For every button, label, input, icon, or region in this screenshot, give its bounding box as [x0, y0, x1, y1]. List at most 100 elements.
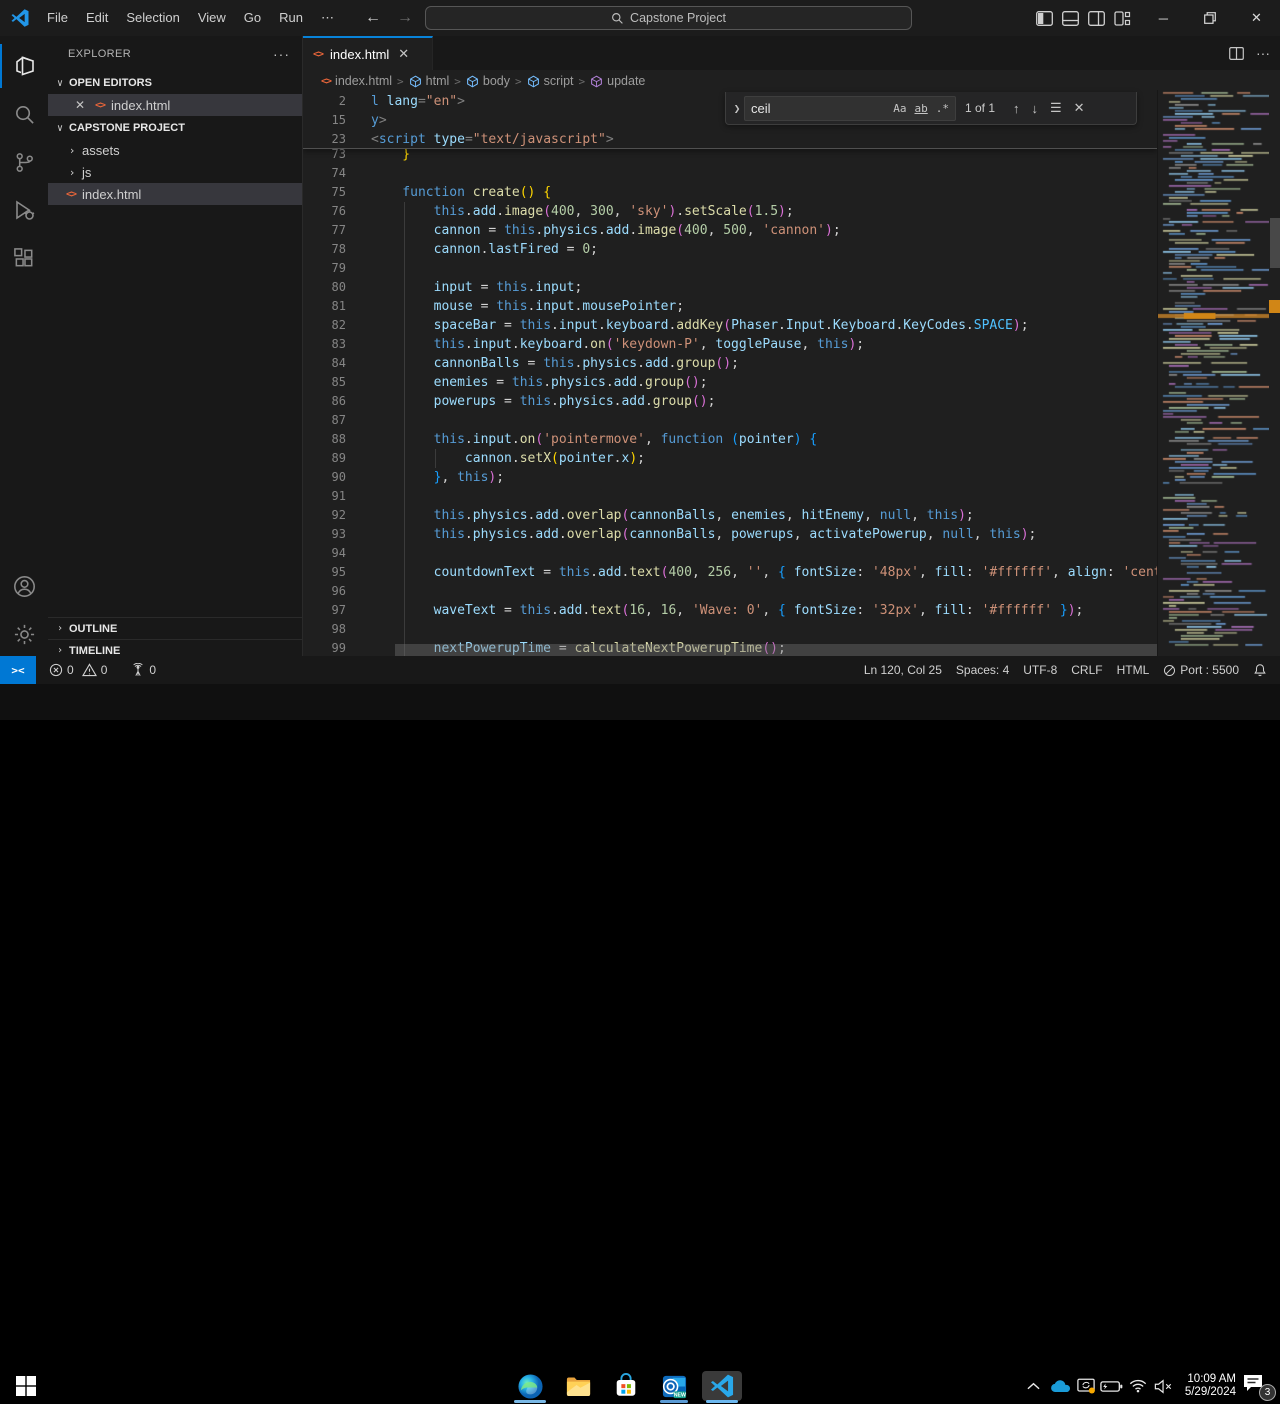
tree-file-indexhtml[interactable]: <> index.html — [48, 183, 302, 205]
code-line[interactable]: 95 countdownText = this.add.text(400, 25… — [303, 563, 1157, 582]
encoding-status[interactable]: UTF-8 — [1016, 659, 1064, 681]
code-line[interactable]: 93 this.physics.add.overlap(cannonBalls,… — [303, 525, 1157, 544]
tree-folder-assets[interactable]: › assets — [48, 139, 302, 161]
project-section[interactable]: ∨ CAPSTONE PROJECT — [48, 117, 302, 139]
toggle-panel-icon[interactable] — [1062, 11, 1079, 26]
tab-indexhtml[interactable]: <> index.html ✕ — [303, 36, 433, 70]
cast-sync-icon[interactable] — [1073, 1378, 1099, 1394]
volume-muted-icon[interactable] — [1151, 1379, 1177, 1394]
menu-edit[interactable]: Edit — [77, 6, 117, 30]
taskbar-clock[interactable]: 10:09 AM 5/29/2024 — [1185, 1373, 1236, 1399]
tray-chevron-up-icon[interactable] — [1021, 1382, 1047, 1390]
match-case-icon[interactable]: Aa — [891, 102, 908, 115]
taskbar-edge[interactable] — [510, 1373, 550, 1399]
wifi-icon[interactable] — [1125, 1379, 1151, 1393]
language-mode[interactable]: HTML — [1110, 659, 1157, 681]
accounts-icon[interactable] — [0, 564, 48, 608]
find-prev-icon[interactable]: ↑ — [1007, 101, 1026, 116]
explorer-more-icon[interactable]: ··· — [273, 46, 290, 62]
toggle-sidebar-icon[interactable] — [1036, 11, 1053, 26]
code-line[interactable]: 80 input = this.input; — [303, 278, 1157, 297]
code-line[interactable]: 75 function create() { — [303, 183, 1157, 202]
code-line[interactable]: 84 cannonBalls = this.physics.add.group(… — [303, 354, 1157, 373]
code-line[interactable]: 76 this.add.image(400, 300, 'sky').setSc… — [303, 202, 1157, 221]
code-line[interactable]: 77 cannon = this.physics.add.image(400, … — [303, 221, 1157, 240]
search-view-icon[interactable] — [0, 92, 48, 136]
settings-gear-icon[interactable] — [0, 612, 48, 656]
ports-status[interactable]: 0 — [124, 659, 163, 681]
find-toggle-replace-icon[interactable]: ❯ — [730, 102, 744, 115]
breadcrumb-script[interactable]: script — [527, 74, 574, 88]
find-input[interactable]: ceil Aa ab .* — [744, 96, 956, 121]
menu-more[interactable]: ⋯ — [312, 6, 343, 30]
breadcrumb-body[interactable]: body — [466, 74, 510, 88]
code-line[interactable]: 97 waveText = this.add.text(16, 16, 'Wav… — [303, 601, 1157, 620]
close-icon[interactable]: ✕ — [1233, 0, 1280, 36]
regex-icon[interactable]: .* — [934, 102, 951, 115]
scrollbar-slider[interactable] — [1270, 218, 1280, 268]
find-next-icon[interactable]: ↓ — [1026, 101, 1045, 116]
live-server-port[interactable]: Port : 5500 — [1156, 659, 1246, 681]
code-line[interactable]: 98 — [303, 620, 1157, 639]
menu-view[interactable]: View — [189, 6, 235, 30]
code-line[interactable]: 87 — [303, 411, 1157, 430]
indentation-status[interactable]: Spaces: 4 — [949, 659, 1016, 681]
close-editor-icon[interactable]: ✕ — [75, 98, 87, 112]
problems-status[interactable]: 0 0 — [42, 659, 114, 681]
start-button[interactable] — [6, 1373, 46, 1399]
tree-folder-js[interactable]: › js — [48, 161, 302, 183]
code-line[interactable]: 94 — [303, 544, 1157, 563]
open-editors-section[interactable]: ∨ OPEN EDITORS — [48, 72, 302, 94]
menu-file[interactable]: File — [38, 6, 77, 30]
breadcrumb-file[interactable]: <> index.html — [321, 74, 392, 88]
menu-run[interactable]: Run — [270, 6, 312, 30]
horizontal-scrollbar[interactable] — [395, 644, 1157, 656]
code-line[interactable]: 86 powerups = this.physics.add.group(); — [303, 392, 1157, 411]
find-in-selection-icon[interactable]: ☰ — [1044, 100, 1068, 116]
taskbar-vscode[interactable] — [702, 1371, 742, 1401]
restore-icon[interactable] — [1187, 0, 1234, 36]
breadcrumb-update[interactable]: update — [590, 74, 645, 88]
code-line[interactable]: 82 spaceBar = this.input.keyboard.addKey… — [303, 316, 1157, 335]
minimize-icon[interactable]: ─ — [1140, 0, 1187, 36]
menu-go[interactable]: Go — [235, 6, 270, 30]
open-editor-item-indexhtml[interactable]: ✕ <> index.html — [48, 94, 302, 116]
breadcrumb-html[interactable]: html — [409, 74, 450, 88]
minimap[interactable] — [1157, 90, 1269, 656]
code-line[interactable]: 91 — [303, 487, 1157, 506]
explorer-icon[interactable] — [0, 44, 48, 88]
find-close-icon[interactable]: ✕ — [1068, 100, 1091, 116]
code-line[interactable]: 85 enemies = this.physics.add.group(); — [303, 373, 1157, 392]
code-line[interactable]: 92 this.physics.add.overlap(cannonBalls,… — [303, 506, 1157, 525]
whole-word-icon[interactable]: ab — [913, 102, 930, 115]
run-debug-icon[interactable] — [0, 188, 48, 232]
battery-icon[interactable] — [1099, 1380, 1125, 1393]
notification-center[interactable]: 3 — [1242, 1373, 1276, 1399]
code-line[interactable]: 89 cannon.setX(pointer.x); — [303, 449, 1157, 468]
cursor-position[interactable]: Ln 120, Col 25 — [857, 659, 949, 681]
customize-layout-icon[interactable] — [1114, 11, 1131, 26]
code-line[interactable]: 88 this.input.on('pointermove', function… — [303, 430, 1157, 449]
code-line[interactable]: 78 cannon.lastFired = 0; — [303, 240, 1157, 259]
taskbar-ms-store[interactable] — [606, 1373, 646, 1399]
menu-selection[interactable]: Selection — [117, 6, 188, 30]
taskbar-file-explorer[interactable] — [558, 1373, 598, 1399]
taskbar-outlook[interactable]: NEW — [654, 1373, 694, 1399]
source-control-icon[interactable] — [0, 140, 48, 184]
eol-status[interactable]: CRLF — [1064, 659, 1109, 681]
code-editor[interactable]: 73 }7475 function create() {76 this.add.… — [303, 92, 1157, 656]
command-center-search[interactable]: Capstone Project — [425, 6, 912, 30]
extensions-icon[interactable] — [0, 236, 48, 280]
code-line[interactable]: 23<script type="text/javascript"> — [303, 130, 1157, 149]
tab-close-icon[interactable]: ✕ — [398, 46, 409, 62]
code-line[interactable]: 79 — [303, 259, 1157, 278]
split-editor-icon[interactable] — [1229, 47, 1244, 60]
code-line[interactable]: 90 }, this); — [303, 468, 1157, 487]
editor-more-icon[interactable]: ··· — [1256, 45, 1270, 61]
code-line[interactable]: 81 mouse = this.input.mousePointer; — [303, 297, 1157, 316]
code-line[interactable]: 96 — [303, 582, 1157, 601]
forward-icon[interactable]: → — [394, 9, 416, 27]
code-line[interactable]: 74 — [303, 164, 1157, 183]
remote-indicator[interactable]: >< — [0, 656, 36, 684]
back-icon[interactable]: ← — [362, 9, 384, 27]
